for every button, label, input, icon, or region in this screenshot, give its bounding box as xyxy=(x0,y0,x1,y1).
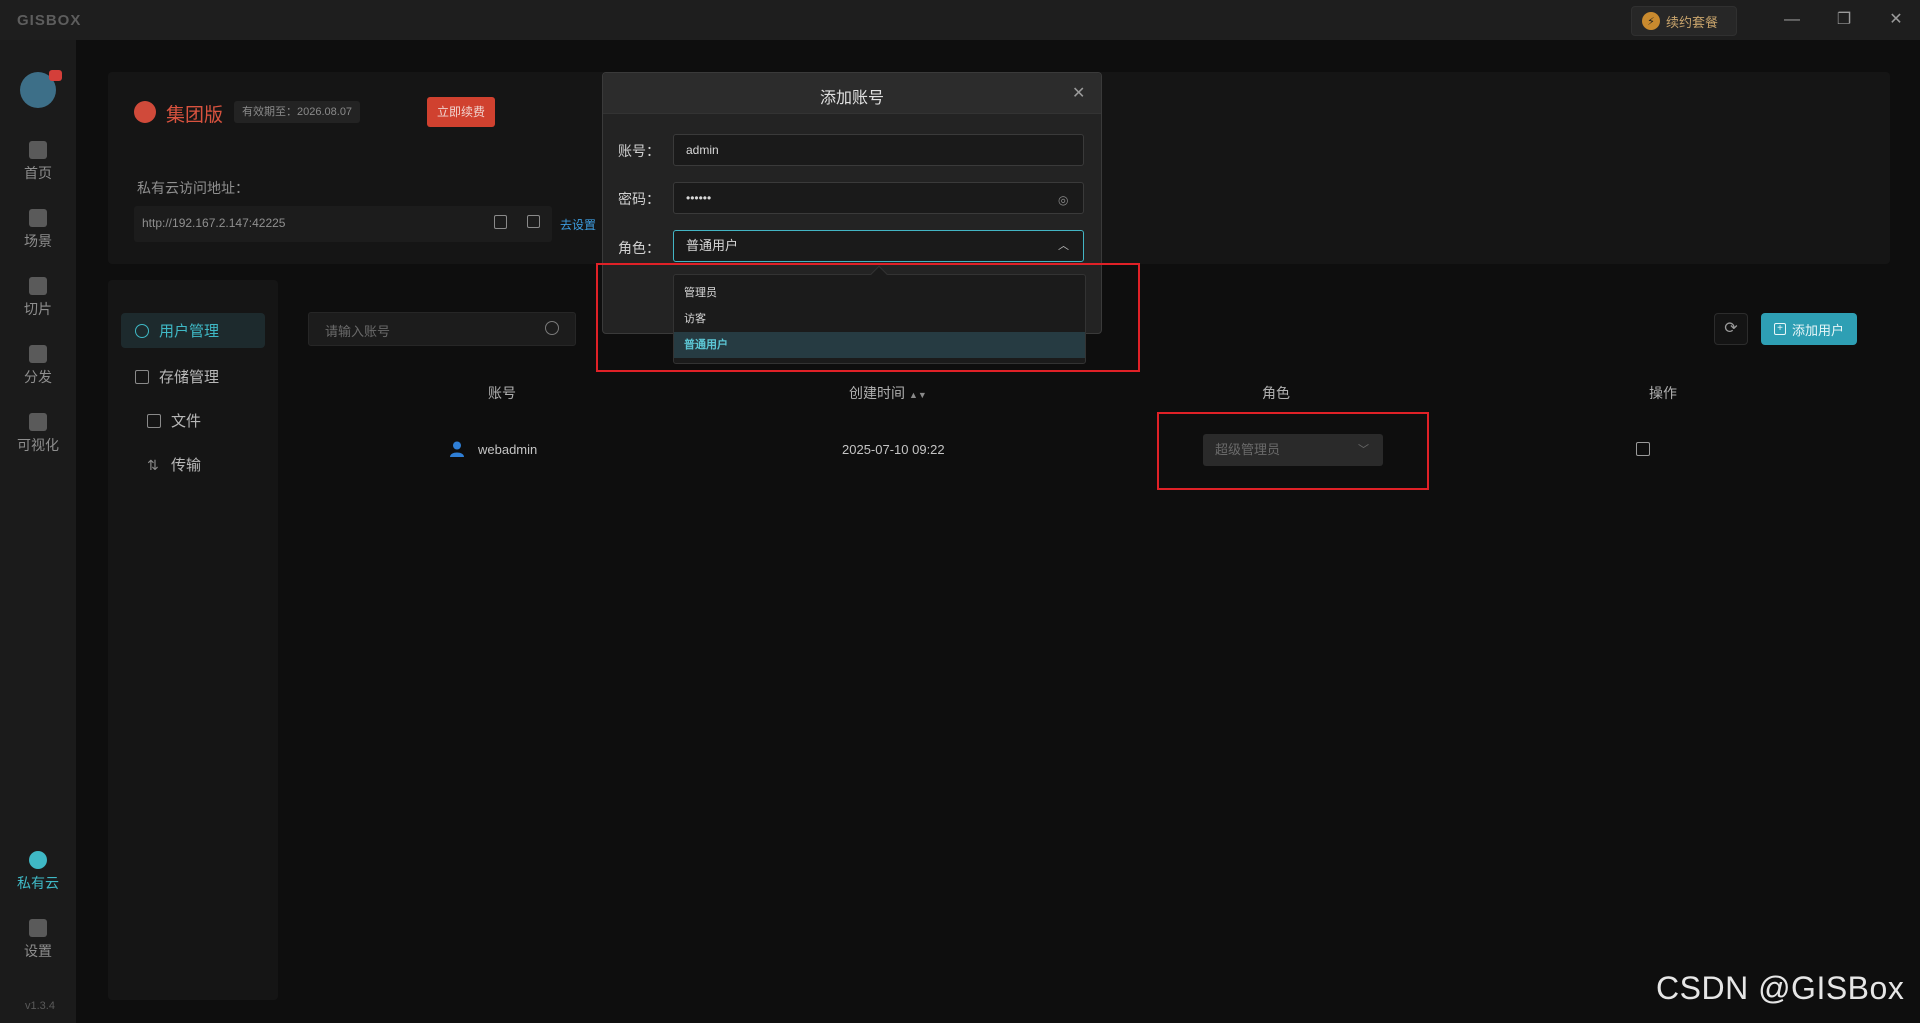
rail-item-slice[interactable]: 切片 xyxy=(0,277,76,319)
expire-badge: 有效期至：2026.08.07 xyxy=(234,101,361,123)
password-input[interactable]: •••••• xyxy=(673,182,1084,214)
restore-button[interactable]: ❐ xyxy=(1830,8,1858,32)
app-logo: GISBOX xyxy=(17,12,82,29)
storage-icon xyxy=(135,369,149,384)
rail-item-label: 可视化 xyxy=(17,437,59,453)
home-icon xyxy=(29,141,47,159)
password-label: 密码： xyxy=(618,191,660,207)
renew-now-button[interactable]: 立即续费 xyxy=(427,97,495,127)
eye-off-icon[interactable]: ◎ xyxy=(1058,193,1068,207)
role-label: 角色： xyxy=(618,240,660,256)
lock-icon xyxy=(29,851,47,869)
edit-icon[interactable] xyxy=(1636,442,1650,456)
sort-icon[interactable]: ▲▼ xyxy=(909,390,927,400)
rail-item-label: 设置 xyxy=(24,943,52,959)
title-bar: GISBOX ⚡ 续约套餐 — ❐ ✕ xyxy=(0,0,1920,40)
copy-icon[interactable] xyxy=(494,215,507,229)
dialog-title: 添加账号 xyxy=(819,90,884,107)
rail-item-home[interactable]: 首页 xyxy=(0,141,76,183)
open-link-icon[interactable] xyxy=(527,215,540,228)
column-header-created-label: 创建时间 xyxy=(849,385,905,401)
subnav-label: 存储管理 xyxy=(159,369,220,386)
subnav-label: 传输 xyxy=(171,457,202,474)
close-icon[interactable]: ✕ xyxy=(1072,83,1085,103)
file-icon xyxy=(147,413,161,428)
rail-item-visualize[interactable]: 可视化 xyxy=(0,413,76,455)
app-version: v1.3.4 xyxy=(25,1000,55,1012)
cube-icon xyxy=(29,209,47,227)
cell-account: webadmin xyxy=(478,442,538,457)
gear-icon xyxy=(29,919,47,937)
rail-item-label: 首页 xyxy=(24,165,52,181)
column-header-action: 操作 xyxy=(1649,385,1677,401)
rail-item-label: 私有云 xyxy=(17,875,59,891)
renew-package-label: 续约套餐 xyxy=(1666,14,1719,30)
rail-item-private-cloud[interactable]: 私有云 xyxy=(0,851,76,893)
rail-item-scene[interactable]: 场景 xyxy=(0,209,76,251)
rail-item-settings[interactable]: 设置 xyxy=(0,919,76,961)
column-header-role: 角色 xyxy=(1262,385,1290,401)
renew-package-button[interactable]: ⚡ 续约套餐 xyxy=(1631,6,1737,36)
rail-item-label: 场景 xyxy=(24,233,52,249)
column-header-created[interactable]: 创建时间 ▲▼ xyxy=(849,383,927,403)
subnav-label: 文件 xyxy=(171,413,202,430)
edition-icon xyxy=(134,101,156,123)
rail-item-publish[interactable]: 分发 xyxy=(0,345,76,387)
edition-name: 集团版 xyxy=(166,105,224,126)
account-input[interactable]: admin xyxy=(673,134,1084,166)
dialog-header: 添加账号 ✕ xyxy=(603,73,1101,114)
notification-badge xyxy=(49,70,62,81)
highlight-box xyxy=(1157,412,1429,490)
search-icon[interactable] xyxy=(545,321,559,335)
subnav-item-files[interactable]: 文件 xyxy=(147,410,201,431)
add-user-label: 添加用户 xyxy=(1791,322,1844,338)
column-header-account: 账号 xyxy=(488,385,516,401)
subnav-item-storage-management[interactable]: 存储管理 xyxy=(135,366,219,387)
chevron-up-icon[interactable]: ︿ xyxy=(1058,237,1069,253)
highlight-box xyxy=(596,263,1140,372)
role-select[interactable]: 普通用户 xyxy=(673,230,1084,262)
refresh-button[interactable]: ⟳ xyxy=(1714,313,1748,345)
plus-icon: + xyxy=(1773,323,1786,335)
cell-created: 2025-07-10 09:22 xyxy=(842,442,945,457)
bolt-icon: ⚡ xyxy=(1642,12,1660,30)
minimize-button[interactable]: — xyxy=(1778,8,1806,32)
subnav-label: 用户管理 xyxy=(159,323,220,340)
sub-navigation xyxy=(108,280,278,1000)
url-label: 私有云访问地址： xyxy=(137,180,249,196)
close-window-button[interactable]: ✕ xyxy=(1882,8,1910,32)
account-label: 账号： xyxy=(618,143,660,159)
add-user-button[interactable]: + 添加用户 xyxy=(1761,313,1857,345)
url-value: http://192.167.2.147:42225 xyxy=(142,216,286,230)
subnav-item-transfer[interactable]: ⇅ 传输 xyxy=(147,454,201,475)
visualize-icon xyxy=(29,413,47,431)
watermark: CSDN @GISBox xyxy=(1656,970,1905,1006)
goto-setting-link[interactable]: 去设置 xyxy=(560,216,596,233)
transfer-icon: ⇅ xyxy=(147,456,159,473)
slice-icon xyxy=(29,277,47,295)
rail-item-label: 切片 xyxy=(24,301,52,317)
search-placeholder: 请输入账号 xyxy=(325,324,391,339)
rail-item-label: 分发 xyxy=(24,369,52,385)
refresh-icon: ⟳ xyxy=(1724,320,1738,337)
subnav-item-user-management[interactable]: 用户管理 xyxy=(121,313,265,348)
user-icon xyxy=(135,323,149,338)
user-icon xyxy=(450,441,464,457)
publish-icon xyxy=(29,345,47,363)
